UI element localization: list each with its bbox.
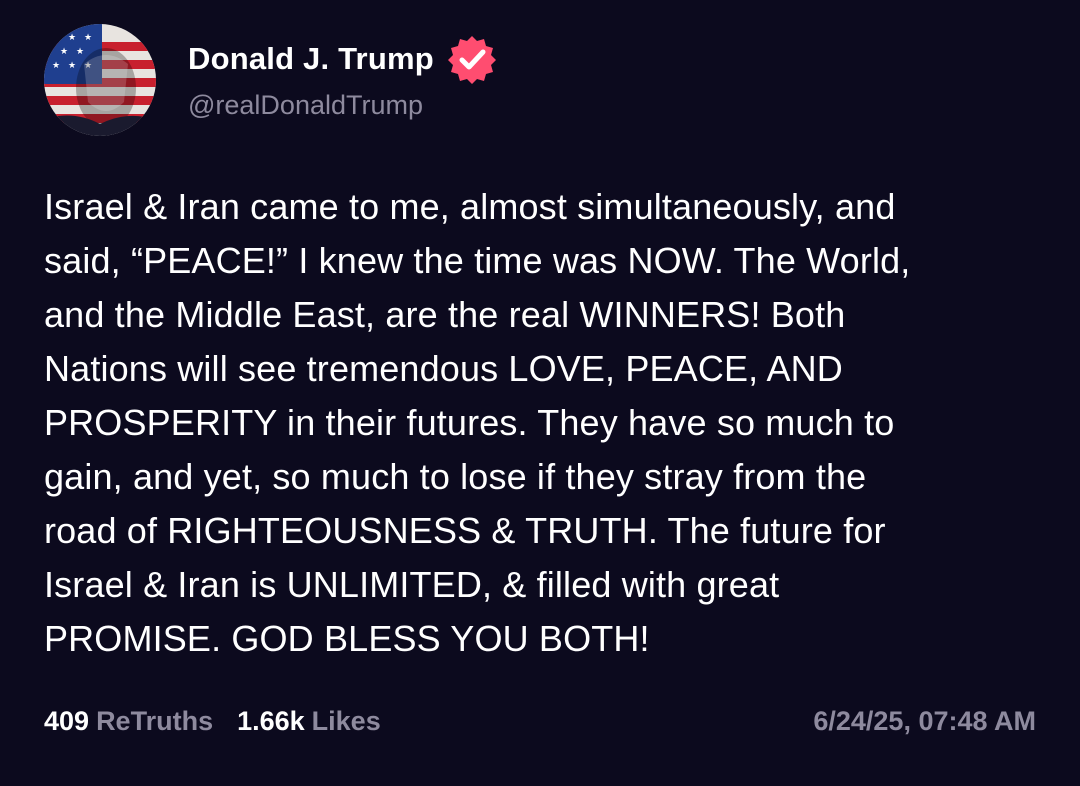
post-text: Israel & Iran came to me, almost simulta… [44,186,911,659]
svg-text:★: ★ [68,61,76,71]
likes-stat[interactable]: 1.66k Likes [237,706,381,737]
avatar[interactable]: ★ ★ ★ ★ ★ ★ ★ ★ [44,24,156,136]
retruths-stat[interactable]: 409 ReTruths [44,706,213,737]
svg-text:★: ★ [52,33,60,43]
post-timestamp[interactable]: 6/24/25, 07:48 AM [813,706,1036,737]
author-display-name[interactable]: Donald J. Trump [188,41,434,77]
likes-count: 1.66k [237,706,305,736]
author-handle[interactable]: @realDonaldTrump [188,90,498,121]
name-row: Donald J. Trump [188,34,498,84]
truth-post: ★ ★ ★ ★ ★ ★ ★ ★ Donald J. Trump @realDon… [0,0,1080,786]
svg-text:★: ★ [68,33,76,43]
svg-text:★: ★ [84,33,92,43]
likes-label: Likes [311,706,381,736]
author-info: Donald J. Trump @realDonaldTrump [188,34,498,121]
retruths-count: 409 [44,706,90,736]
svg-text:★: ★ [52,61,60,71]
post-footer: 409 ReTruths 1.66k Likes 6/24/25, 07:48 … [44,706,1036,737]
verified-badge-icon [446,33,498,85]
svg-text:★: ★ [76,47,84,57]
retruths-label: ReTruths [96,706,214,736]
svg-text:★: ★ [60,47,68,57]
flag-portrait-avatar-icon: ★ ★ ★ ★ ★ ★ ★ ★ [44,24,156,136]
post-header: ★ ★ ★ ★ ★ ★ ★ ★ Donald J. Trump @realDon… [44,24,498,136]
